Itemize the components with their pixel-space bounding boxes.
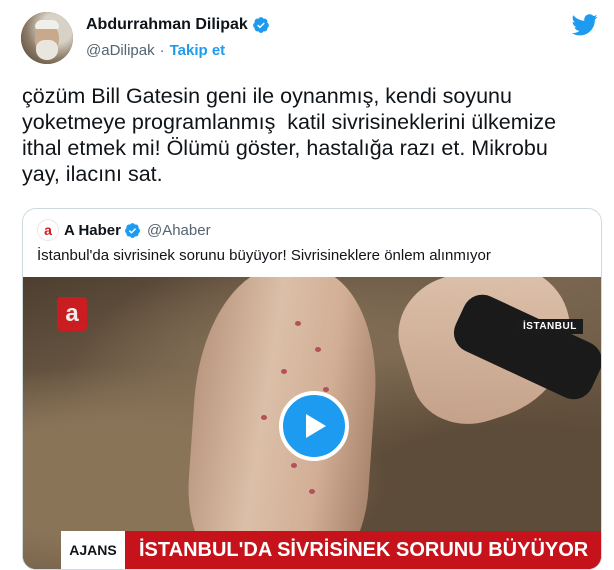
- ticker-label: AJANS: [61, 531, 125, 569]
- quoted-tweet[interactable]: a A Haber @Ahaber İstanbul'da sivrisinek…: [22, 208, 602, 570]
- follow-button[interactable]: Takip et: [170, 42, 226, 59]
- play-button[interactable]: [279, 391, 349, 461]
- quoted-avatar[interactable]: a: [37, 219, 59, 241]
- video-player[interactable]: a İSTANBUL AJANS İSTANBUL'DA SİVRİSİNEK …: [23, 277, 601, 569]
- separator-dot: ·: [159, 42, 165, 59]
- quoted-header: a A Haber @Ahaber: [37, 219, 211, 241]
- author-avatar[interactable]: [21, 12, 73, 64]
- author-name-row: Abdurrahman Dilipak: [86, 16, 270, 34]
- tweet-text: çözüm Bill Gatesin geni ile oynanmış, ke…: [22, 84, 557, 186]
- author-name[interactable]: Abdurrahman Dilipak: [86, 16, 248, 34]
- quoted-handle[interactable]: @Ahaber: [147, 222, 211, 239]
- quoted-text: İstanbul'da sivrisinek sorunu büyüyor! S…: [37, 247, 491, 264]
- author-handle[interactable]: @aDilipak: [86, 42, 155, 59]
- author-handle-row: @aDilipak · Takip et: [86, 42, 225, 59]
- verified-badge-icon: [125, 222, 140, 238]
- tweet-card: Abdurrahman Dilipak @aDilipak · Takip et…: [0, 0, 614, 570]
- ticker-headline: İSTANBUL'DA SİVRİSİNEK SORUNU BÜYÜYOR: [125, 531, 601, 569]
- channel-logo: a: [57, 297, 87, 331]
- verified-badge-icon: [252, 17, 269, 33]
- news-ticker: AJANS İSTANBUL'DA SİVRİSİNEK SORUNU BÜYÜ…: [23, 531, 601, 569]
- location-tag: İSTANBUL: [517, 319, 583, 334]
- twitter-bird-icon[interactable]: [572, 14, 598, 36]
- quoted-name[interactable]: A Haber: [64, 222, 121, 239]
- play-icon: [306, 414, 326, 438]
